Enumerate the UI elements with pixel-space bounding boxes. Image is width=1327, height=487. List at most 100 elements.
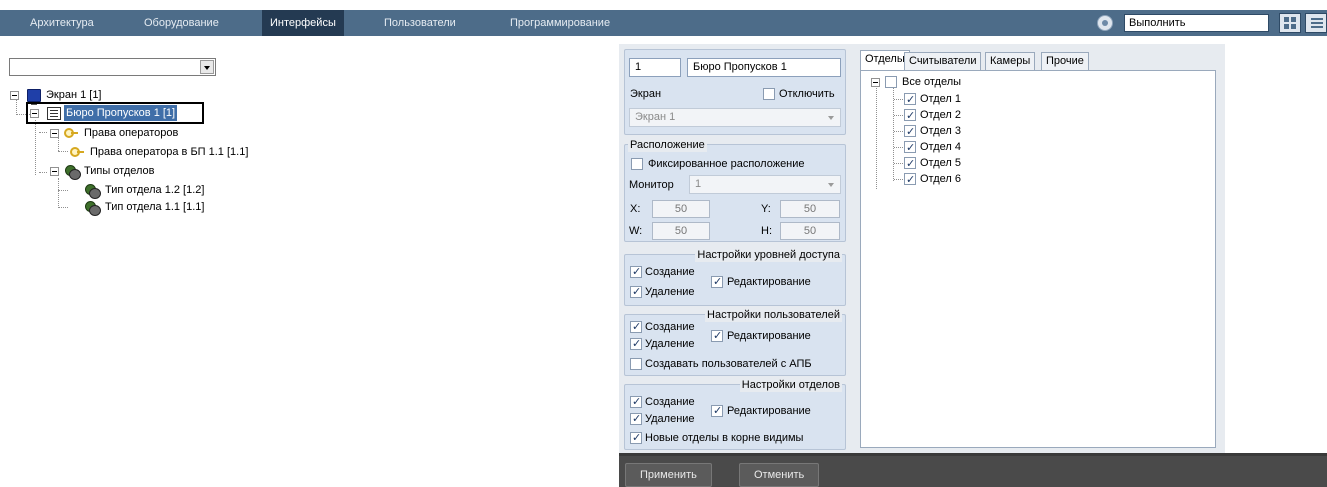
tab-departments[interactable]: Отделы [860, 50, 910, 71]
depts-create-label: Создание [645, 396, 695, 408]
menu-interfaces[interactable]: Интерфейсы [262, 10, 344, 36]
department-item[interactable]: Отдел 2 [904, 107, 1004, 124]
tree-line [58, 190, 68, 191]
tree-line [894, 131, 903, 132]
departments-group: Настройки отделов Создание Удаление Реда… [624, 378, 846, 450]
access-edit-checkbox[interactable] [711, 275, 723, 288]
tree-node-operator-rights[interactable]: Права оператора в БП 1.1 [1.1] [70, 144, 290, 160]
tree-node-dept-type-11[interactable]: Тип отдела 1.1 [1.1] [70, 199, 240, 216]
access-create-label: Создание [645, 266, 695, 278]
department-item[interactable]: Отдел 4 [904, 139, 1004, 156]
top-bar: Архитектура Оборудование Интерфейсы Поль… [0, 0, 1327, 44]
name-field[interactable]: Бюро Пропусков 1 [687, 58, 841, 77]
tab-cameras[interactable]: Камеры [985, 52, 1036, 70]
users-group: Настройки пользователей Создание Удалени… [624, 308, 846, 376]
create-users-apb-checkbox[interactable] [630, 358, 642, 370]
new-depts-visible-checkbox[interactable] [630, 431, 642, 444]
group-icon [84, 201, 101, 216]
y-input[interactable]: 50 [780, 200, 840, 218]
tree-node-label: Тип отдела 1.1 [1.1] [105, 201, 205, 213]
monitor-icon [27, 89, 41, 105]
users-edit-checkbox[interactable] [711, 329, 723, 342]
chevron-down-icon [828, 183, 834, 187]
tree-line [35, 120, 36, 175]
grid-view-button[interactable] [1279, 13, 1301, 33]
department-checkbox[interactable] [904, 156, 916, 172]
settings-panel: 1 Бюро Пропусков 1 Экран Отключить Экран… [619, 44, 853, 454]
depts-delete-checkbox[interactable] [630, 412, 642, 425]
collapse-icon[interactable] [50, 129, 59, 138]
w-input[interactable]: 50 [652, 222, 710, 240]
tree-line [58, 151, 68, 152]
h-input[interactable]: 50 [780, 222, 840, 240]
depts-delete-label: Удаление [645, 413, 695, 425]
department-checkbox[interactable] [904, 172, 916, 188]
department-item[interactable]: Отдел 6 [904, 171, 1004, 188]
users-delete-checkbox[interactable] [630, 337, 642, 350]
location-group: Расположение Фиксированное расположение … [624, 138, 846, 242]
apply-button[interactable]: Применить [625, 463, 712, 487]
access-delete-checkbox[interactable] [630, 285, 642, 298]
disable-checkbox[interactable] [763, 88, 775, 100]
access-levels-group: Настройки уровней доступа Создание Удале… [624, 248, 846, 306]
department-checkbox[interactable] [904, 108, 916, 124]
tree-line [58, 178, 59, 208]
tree-line [894, 147, 903, 148]
tab-readers[interactable]: Считыватели [904, 52, 982, 70]
depts-create-checkbox[interactable] [630, 395, 642, 408]
monitor-select[interactable]: 1 [689, 175, 841, 194]
fixed-location-checkbox[interactable] [631, 158, 643, 170]
screen-select[interactable]: Экран 1 [629, 108, 841, 127]
tree-node-label: Все отделы [902, 76, 962, 88]
id-field[interactable]: 1 [629, 58, 681, 77]
department-checkbox[interactable] [904, 124, 916, 140]
depts-edit-checkbox[interactable] [711, 404, 723, 417]
department-checkbox[interactable] [904, 92, 916, 108]
run-command-field[interactable]: Выполнить [1124, 14, 1269, 32]
x-label: X: [630, 203, 641, 215]
tree-node-operators[interactable]: Права операторов [50, 125, 220, 141]
disable-label: Отключить [779, 88, 835, 100]
collapse-icon[interactable] [30, 109, 39, 118]
tree-line [39, 132, 47, 133]
tree-node-bureau[interactable]: Бюро Пропусков 1 [1] [30, 105, 200, 121]
users-create-checkbox[interactable] [630, 320, 642, 333]
department-item[interactable]: Отдел 1 [904, 91, 1004, 108]
collapse-icon[interactable] [50, 167, 59, 176]
department-checkbox[interactable] [904, 140, 916, 156]
department-label: Отдел 3 [920, 125, 961, 137]
tree-node-dept-type-12[interactable]: Тип отдела 1.2 [1.2] [70, 182, 240, 199]
collapse-icon[interactable] [871, 78, 880, 87]
run-icon[interactable] [1097, 15, 1113, 31]
users-edit-label: Редактирование [727, 330, 811, 342]
chevron-down-icon[interactable] [200, 60, 214, 74]
users-delete-label: Удаление [645, 338, 695, 350]
department-item[interactable]: Отдел 3 [904, 123, 1004, 140]
department-item[interactable]: Отдел 5 [904, 155, 1004, 172]
tree-node-label: Права оператора в БП 1.1 [1.1] [90, 146, 249, 158]
menu-users[interactable]: Пользователи [376, 10, 464, 36]
cancel-button[interactable]: Отменить [739, 463, 820, 487]
key-icon [70, 147, 84, 157]
menu-equipment[interactable]: Оборудование [136, 10, 227, 36]
footer-bar: Применить Отменить [619, 456, 1327, 487]
list-view-button[interactable] [1305, 13, 1327, 33]
tree-node-all-departments[interactable]: Все отделы [871, 74, 991, 90]
fixed-location-label: Фиксированное расположение [648, 158, 805, 170]
menu-architecture[interactable]: Архитектура [22, 10, 102, 36]
access-create-checkbox[interactable] [630, 265, 642, 278]
screen-select-value: Экран 1 [635, 111, 676, 123]
tree-node-dept-types[interactable]: Типы отделов [50, 163, 220, 180]
menu-programming[interactable]: Программирование [502, 10, 618, 36]
x-input[interactable]: 50 [652, 200, 710, 218]
w-label: W: [629, 225, 643, 237]
location-title: Расположение [628, 138, 707, 152]
create-users-apb-label: Создавать пользователей с АПБ [645, 358, 812, 370]
object-type-dropdown[interactable] [9, 58, 216, 76]
tree-node-screen[interactable]: Экран 1 [1] [10, 87, 170, 105]
collapse-icon[interactable] [10, 91, 19, 100]
all-departments-checkbox[interactable] [885, 76, 897, 88]
tree-line [894, 163, 903, 164]
tree-node-label: Типы отделов [84, 165, 155, 177]
tab-other[interactable]: Прочие [1041, 52, 1089, 70]
